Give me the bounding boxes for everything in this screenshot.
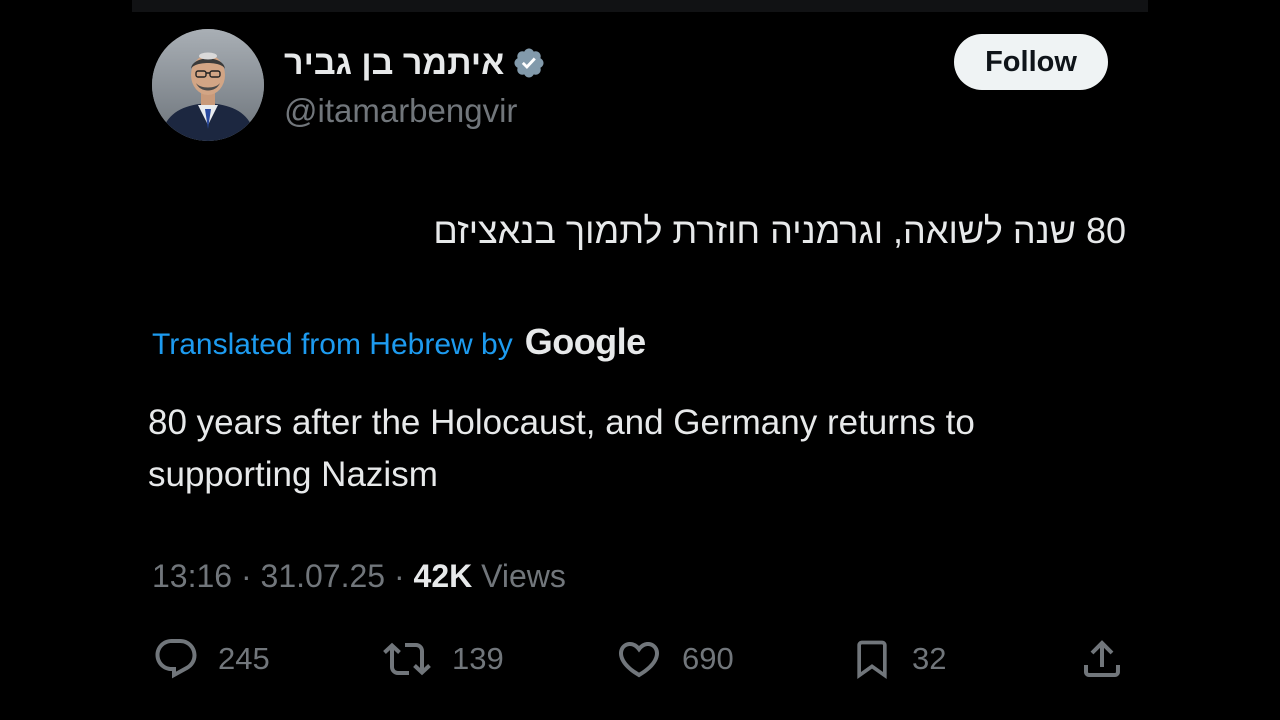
author-handle[interactable]: @itamarbengvir — [284, 90, 517, 132]
share-icon — [1084, 640, 1120, 677]
share-button[interactable] — [1078, 630, 1126, 688]
meta-separator: · — [240, 558, 252, 594]
tweet-date[interactable]: 31.07.25 — [261, 558, 386, 594]
meta-separator: · — [393, 558, 405, 594]
bookmark-button[interactable]: 32 — [850, 630, 946, 688]
author-name-row: איתמר בן גביר — [284, 38, 546, 88]
tweet-time[interactable]: 13:16 — [152, 558, 232, 594]
verified-badge-icon[interactable] — [512, 46, 546, 80]
action-bar: 245 139 690 32 — [0, 630, 1280, 688]
tweet-meta: 13:16 · 31.07.25 · 42K Views — [152, 553, 566, 599]
repost-count: 139 — [452, 641, 504, 676]
views-count: 42K — [413, 558, 473, 594]
reply-icon — [155, 639, 197, 679]
reply-count: 245 — [218, 641, 270, 676]
like-count: 690 — [682, 641, 734, 676]
tweet-translated-text: 80 years after the Holocaust, and German… — [148, 403, 975, 494]
reply-button[interactable]: 245 — [152, 630, 270, 688]
views-label: Views — [481, 558, 566, 594]
translation-attribution: Translated from Hebrew by Google — [152, 318, 646, 369]
bookmark-icon — [857, 640, 887, 680]
translated-from-link[interactable]: Translated from Hebrew by — [152, 321, 513, 369]
repost-button[interactable]: 139 — [380, 630, 504, 688]
heart-icon — [618, 642, 660, 678]
avatar[interactable] — [152, 29, 264, 141]
repost-icon — [383, 642, 431, 676]
tweet-original-text: 80 שנה לשואה, וגרמניה חוזרת לתמוך בנאציז… — [433, 210, 1126, 251]
google-logo: Google — [524, 321, 647, 362]
follow-button[interactable]: Follow — [954, 34, 1108, 90]
tweet-card: איתמר בן גביר @itamarbengvir Follow 80 ש… — [0, 0, 1280, 720]
like-button[interactable]: 690 — [614, 630, 734, 688]
bookmark-count: 32 — [912, 641, 947, 676]
author-display-name[interactable]: איתמר בן גביר — [284, 38, 504, 88]
avatar-image — [152, 29, 264, 141]
